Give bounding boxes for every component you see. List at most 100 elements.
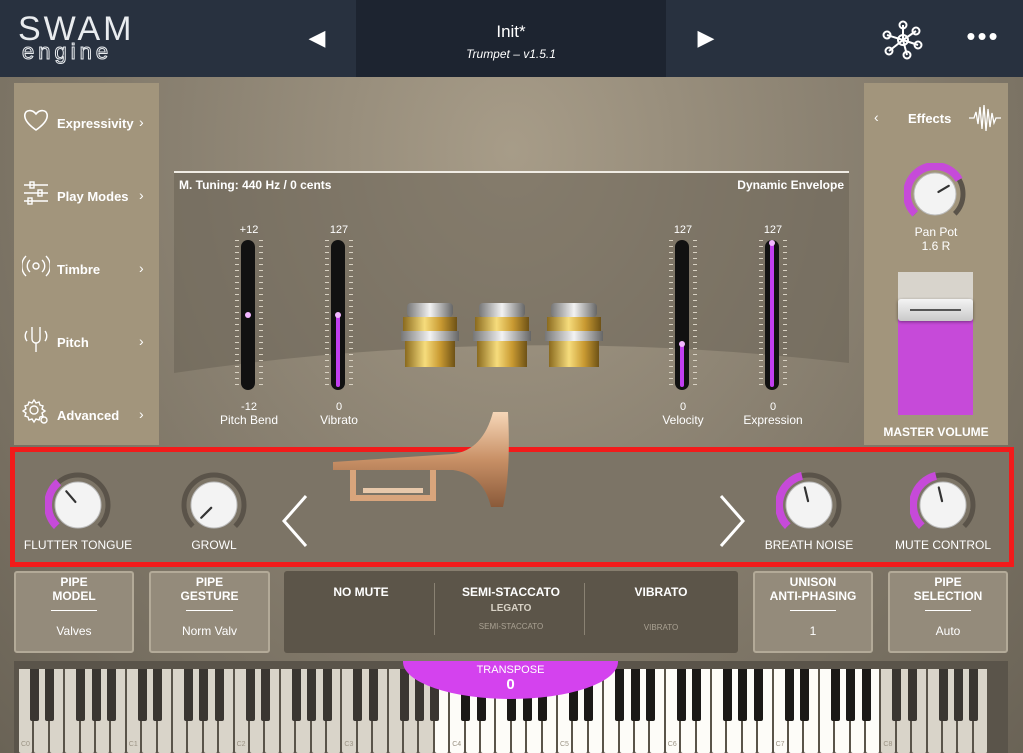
black-key[interactable]: [137, 669, 147, 721]
divider-line: [789, 610, 837, 611]
mute-mode-button[interactable]: NO MUTE: [286, 585, 436, 599]
black-key[interactable]: [245, 669, 255, 721]
black-key[interactable]: [353, 669, 363, 721]
octave-label: C0: [21, 741, 30, 748]
title-line-1: UNISON: [789, 575, 837, 589]
chevron-left-icon[interactable]: ‹: [874, 109, 879, 125]
preset-display[interactable]: Init* Trumpet – v1.5.1: [356, 0, 666, 77]
black-key[interactable]: [784, 669, 794, 721]
black-key[interactable]: [368, 669, 378, 721]
slider-handle[interactable]: [245, 312, 251, 318]
sidebar-item-timbre[interactable]: Timbre ›: [14, 234, 159, 294]
black-key[interactable]: [199, 669, 209, 721]
network-icon[interactable]: [880, 20, 926, 60]
slider-label: Expression: [743, 413, 803, 427]
unison-title: UNISON ANTI-PHASING: [755, 575, 871, 603]
slider-max: +12: [239, 224, 259, 236]
sidebar-item-pitch[interactable]: Pitch ›: [14, 307, 159, 367]
pipe-model-selector[interactable]: PIPE MODEL Valves: [14, 571, 134, 653]
black-key[interactable]: [307, 669, 317, 721]
black-key[interactable]: [830, 669, 840, 721]
black-key[interactable]: [29, 669, 39, 721]
instrument-version: Trumpet – v1.5.1: [466, 47, 556, 61]
black-key[interactable]: [953, 669, 963, 721]
black-key[interactable]: [722, 669, 732, 721]
unison-value: 1: [809, 624, 817, 638]
more-options-button[interactable]: •••: [962, 23, 1004, 50]
black-key[interactable]: [969, 669, 979, 721]
slider-fill: [770, 243, 774, 387]
black-key[interactable]: [861, 669, 871, 721]
slider-min: 0: [679, 401, 687, 413]
black-key[interactable]: [183, 669, 193, 721]
mute-control-knob[interactable]: [910, 472, 976, 538]
pitch-bend-slider: +12 -12 Pitch Bend: [204, 218, 294, 428]
black-key[interactable]: [260, 669, 270, 721]
master-volume-handle[interactable]: [898, 299, 973, 322]
previous-preset-button[interactable]: ◀: [305, 24, 329, 52]
black-key[interactable]: [630, 669, 640, 721]
flutter-tongue-knob[interactable]: [45, 472, 111, 538]
black-key[interactable]: [692, 669, 702, 721]
master-tuning-readout[interactable]: M. Tuning: 440 Hz / 0 cents: [179, 178, 331, 192]
velocity-slider: 127 0 Velocity: [638, 218, 728, 428]
next-preset-button[interactable]: ▶: [694, 24, 718, 52]
sidebar-item-play-modes[interactable]: Play Modes ›: [14, 161, 159, 221]
growl-knob[interactable]: [181, 472, 247, 538]
tick-marks: [259, 240, 263, 390]
black-key[interactable]: [753, 669, 763, 721]
articulation-mode-button[interactable]: SEMI-STACCATO LEGATO SEMI-STACCATO: [436, 585, 586, 631]
chevron-right-icon: ›: [139, 114, 144, 130]
pipe-model-value: Valves: [56, 624, 92, 638]
black-key[interactable]: [106, 669, 116, 721]
black-key[interactable]: [738, 669, 748, 721]
slider-handle[interactable]: [335, 312, 341, 318]
pipe-selection-selector[interactable]: PIPE SELECTION Auto: [888, 571, 1008, 653]
black-key[interactable]: [322, 669, 332, 721]
divider-line: [924, 610, 972, 611]
black-key[interactable]: [45, 669, 55, 721]
slider-handle[interactable]: [679, 340, 685, 347]
black-key[interactable]: [153, 669, 163, 721]
divider-line: [584, 583, 585, 635]
black-key[interactable]: [676, 669, 686, 721]
black-key[interactable]: [214, 669, 224, 721]
black-key[interactable]: [799, 669, 809, 721]
articulation-panel: NO MUTE SEMI-STACCATO LEGATO SEMI-STACCA…: [284, 571, 738, 653]
slider-handle[interactable]: [769, 240, 775, 246]
chevron-left-icon[interactable]: [278, 492, 312, 550]
sidebar-label: Play Modes: [57, 189, 129, 204]
black-key[interactable]: [846, 669, 856, 721]
slider-min: 0: [769, 401, 777, 413]
dynamic-envelope-label[interactable]: Dynamic Envelope: [737, 178, 844, 192]
sidebar-item-advanced[interactable]: Advanced ›: [14, 380, 159, 440]
unison-anti-phasing-selector[interactable]: UNISON ANTI-PHASING 1: [753, 571, 873, 653]
vibrato-mode-option[interactable]: VIBRATO: [586, 623, 736, 632]
slider-label: Pitch Bend: [219, 413, 279, 427]
master-volume-slider[interactable]: [898, 272, 973, 415]
pan-pot-knob[interactable]: [904, 163, 966, 225]
black-key[interactable]: [91, 669, 101, 721]
breath-noise-knob[interactable]: [776, 472, 842, 538]
sidebar-item-expressivity[interactable]: Expressivity ›: [14, 88, 159, 148]
breath-noise-label: BREATH NOISE: [764, 538, 854, 552]
vibrato-slider: 127 0 Vibrato: [294, 218, 384, 428]
chevron-right-icon: ›: [139, 406, 144, 422]
black-key[interactable]: [645, 669, 655, 721]
black-key[interactable]: [907, 669, 917, 721]
pipe-gesture-selector[interactable]: PIPE GESTURE Norm Valv: [149, 571, 270, 653]
articulation-option-semi-staccato[interactable]: SEMI-STACCATO: [436, 622, 586, 631]
velocity-track[interactable]: [675, 240, 689, 390]
black-key[interactable]: [892, 669, 902, 721]
black-key[interactable]: [291, 669, 301, 721]
black-key[interactable]: [76, 669, 86, 721]
sidebar: Expressivity › Play Modes › Timbre › Pit…: [14, 83, 159, 445]
vibrato-mode-button[interactable]: VIBRATO VIBRATO: [586, 585, 736, 632]
vibrato-track[interactable]: [331, 240, 345, 390]
pitch-bend-track[interactable]: [241, 240, 255, 390]
articulation-option-legato[interactable]: LEGATO: [436, 603, 586, 614]
black-key[interactable]: [938, 669, 948, 721]
expression-track[interactable]: [765, 240, 779, 390]
tick-marks: [235, 240, 239, 390]
effects-label[interactable]: Effects: [908, 111, 951, 126]
